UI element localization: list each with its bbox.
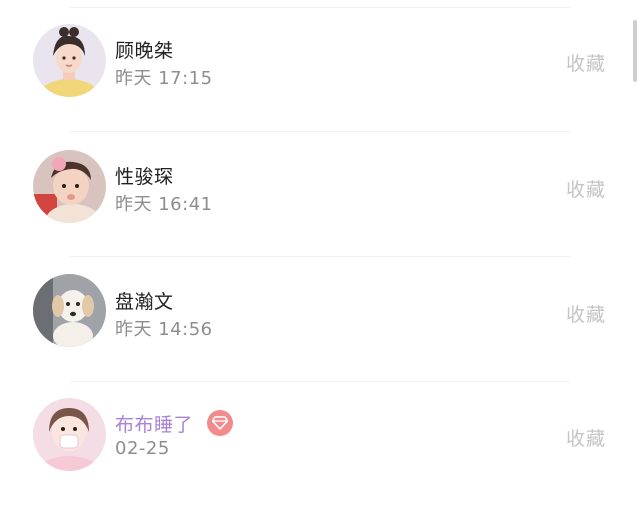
contact-time: 昨天 14:56	[115, 319, 213, 340]
scrollbar[interactable]	[633, 20, 637, 82]
contact-time: 昨天 16:41	[115, 194, 213, 215]
list-item[interactable]: 布布睡了 02-25 收藏	[0, 374, 640, 498]
favorite-button[interactable]: 收藏	[566, 49, 606, 76]
contact-name: 盘瀚文	[115, 291, 174, 313]
avatar[interactable]	[33, 150, 106, 223]
list-item[interactable]: 性骏琛 昨天 16:41 收藏	[0, 124, 640, 248]
contact-time: 02-25	[115, 438, 170, 459]
contact-list: 顾晚桀 昨天 17:15 收藏 性骏琛 昨天 16:41 收藏 盘瀚文 昨天 1…	[0, 0, 640, 505]
avatar[interactable]	[33, 24, 106, 97]
avatar[interactable]	[33, 274, 106, 347]
avatar[interactable]	[33, 398, 106, 471]
list-item[interactable]: 顾晚桀 昨天 17:15 收藏	[0, 0, 640, 124]
contact-name: 顾晚桀	[115, 40, 174, 62]
favorite-button[interactable]: 收藏	[566, 175, 606, 202]
contact-name: 性骏琛	[115, 166, 174, 188]
favorite-button[interactable]: 收藏	[566, 300, 606, 327]
contact-time: 昨天 17:15	[115, 68, 213, 89]
list-item[interactable]: 盘瀚文 昨天 14:56 收藏	[0, 249, 640, 373]
favorite-button[interactable]: 收藏	[566, 424, 606, 451]
diamond-icon	[207, 410, 233, 436]
contact-name: 布布睡了	[115, 414, 194, 436]
